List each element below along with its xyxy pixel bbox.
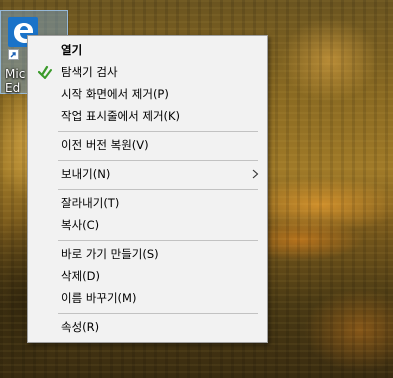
menu-item-unpin-taskbar[interactable]: 작업 표시줄에서 제거(K) xyxy=(30,105,265,127)
context-menu: 열기 탐색기 검사 시작 화면에서 제거(P) 작업 표시줄에서 제거(K) 이… xyxy=(27,35,268,343)
menu-item-label: 이전 버전 복원(V) xyxy=(61,138,149,152)
menu-item-rename[interactable]: 이름 바꾸기(M) xyxy=(30,287,265,309)
menu-item-open[interactable]: 열기 xyxy=(30,39,265,61)
menu-separator xyxy=(58,131,258,132)
menu-item-send-to[interactable]: 보내기(N) xyxy=(30,163,265,185)
menu-item-label: 보내기(N) xyxy=(61,167,111,181)
menu-item-label: 삭제(D) xyxy=(61,269,100,283)
menu-separator xyxy=(58,160,258,161)
menu-item-label: 속성(R) xyxy=(61,320,100,334)
desktop-background: Mic Ed 열기 탐색기 검사 시작 화면에서 제거(P) 작업 표시줄에서 … xyxy=(0,0,393,378)
defender-scan-icon xyxy=(38,65,52,79)
menu-item-delete[interactable]: 삭제(D) xyxy=(30,265,265,287)
shortcut-arrow-icon xyxy=(8,49,19,60)
chevron-right-icon xyxy=(252,169,259,179)
menu-item-label: 열기 xyxy=(61,43,83,57)
menu-item-properties[interactable]: 속성(R) xyxy=(30,316,265,338)
menu-separator xyxy=(58,313,258,314)
menu-separator xyxy=(58,240,258,241)
menu-separator xyxy=(58,189,258,190)
menu-item-restore-previous[interactable]: 이전 버전 복원(V) xyxy=(30,134,265,156)
menu-item-label: 작업 표시줄에서 제거(K) xyxy=(61,109,181,123)
menu-item-label: 탐색기 검사 xyxy=(61,65,118,79)
menu-item-cut[interactable]: 잘라내기(T) xyxy=(30,192,265,214)
menu-item-label: 복사(C) xyxy=(61,218,100,232)
menu-item-defender-scan[interactable]: 탐색기 검사 xyxy=(30,61,265,83)
menu-item-label: 시작 화면에서 제거(P) xyxy=(61,87,169,101)
menu-item-label: 이름 바꾸기(M) xyxy=(61,291,137,305)
menu-item-label: 바로 가기 만들기(S) xyxy=(61,247,159,261)
menu-item-create-shortcut[interactable]: 바로 가기 만들기(S) xyxy=(30,243,265,265)
menu-item-unpin-start[interactable]: 시작 화면에서 제거(P) xyxy=(30,83,265,105)
menu-item-copy[interactable]: 복사(C) xyxy=(30,214,265,236)
menu-item-label: 잘라내기(T) xyxy=(61,196,120,210)
